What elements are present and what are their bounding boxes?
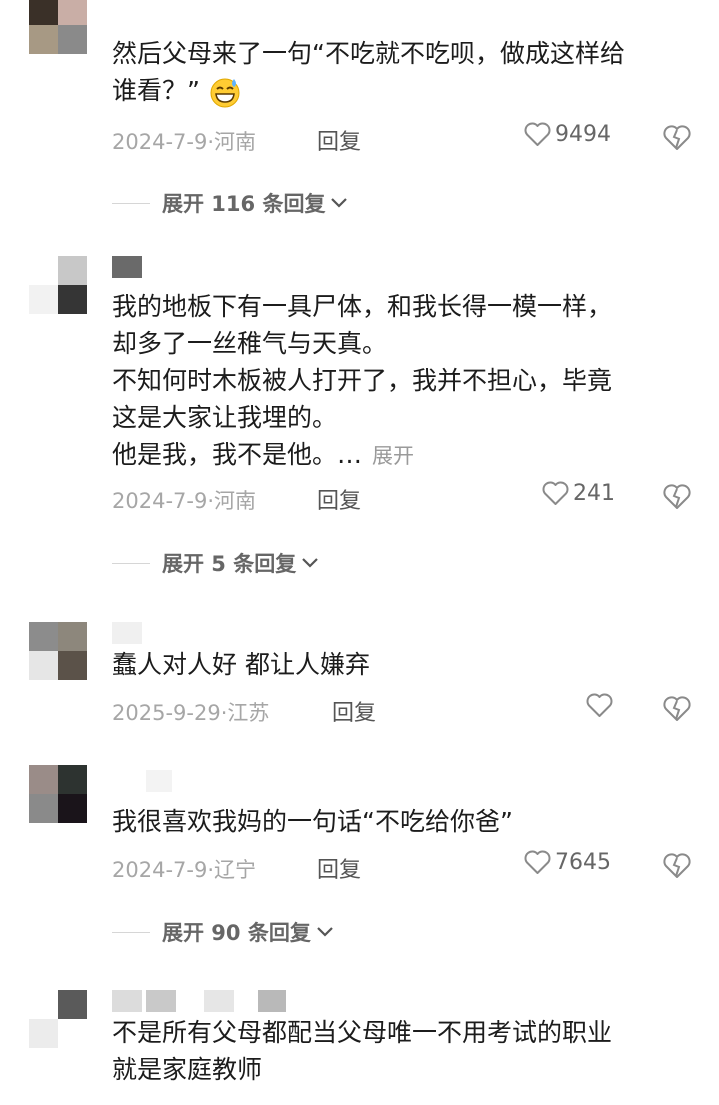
broken-heart-icon[interactable] <box>662 850 692 880</box>
broken-heart-icon[interactable] <box>662 481 692 511</box>
heart-outline-icon <box>524 122 551 146</box>
avatar[interactable] <box>29 256 87 314</box>
comment-line: 就是家庭教师 <box>112 1055 263 1084</box>
reply-button[interactable]: 回复 <box>317 124 361 156</box>
comment-text: 然后父母来了一句“不吃就不吃呗，做成这样给 谁看？” <box>112 35 692 109</box>
reply-button[interactable]: 回复 <box>317 852 361 884</box>
comment-date-location: 2024-7-9·辽宁 <box>112 858 257 882</box>
like-button[interactable]: 9494 <box>524 122 611 147</box>
comment-date-location: 2024-7-9·河南 <box>112 130 257 154</box>
username-blurred[interactable] <box>112 256 180 278</box>
expand-replies-button[interactable]: 展开 116 条回复 <box>112 188 349 218</box>
heart-outline-icon <box>542 481 569 505</box>
like-count: 9494 <box>555 122 611 147</box>
username-blurred[interactable] <box>112 770 172 792</box>
comment-meta: 2024-7-9·河南 回复 241 <box>112 481 712 515</box>
heart-outline-icon <box>524 850 551 874</box>
comment-text: 蠢人对人好 都让人嫌弃 <box>112 646 692 683</box>
comment-line-text: 谁看？” <box>112 76 200 105</box>
like-button[interactable]: 7645 <box>524 850 611 875</box>
expand-replies-button[interactable]: 展开 90 条回复 <box>112 917 335 947</box>
comment-line: 然后父母来了一句“不吃就不吃呗，做成这样给 <box>112 39 625 68</box>
comment-line: 不是所有父母都配当父母唯一不用考试的职业 <box>112 1018 613 1047</box>
like-count: 241 <box>573 481 615 506</box>
comment-line: 这是大家让我埋的。 <box>112 403 338 432</box>
comment-line: 我很喜欢我妈的一句话“不吃给你爸” <box>112 807 513 836</box>
broken-heart-icon[interactable] <box>662 693 692 723</box>
reply-button[interactable]: 回复 <box>317 483 361 515</box>
divider <box>112 562 150 564</box>
expand-text-button[interactable]: 展开 <box>372 444 414 468</box>
username-blurred[interactable] <box>112 990 286 1012</box>
comment-text: 我的地板下有一具尸体，和我长得一模一样， 却多了一丝稚气与天真。 不知何时木板被… <box>112 288 692 475</box>
comment-line-text: 他是我，我不是他。… <box>112 440 363 469</box>
chevron-down-icon <box>331 198 348 208</box>
comment-1: 然后父母来了一句“不吃就不吃呗，做成这样给 谁看？” 2024-7-9·河南 回… <box>0 0 719 230</box>
expand-replies-label: 展开 90 条回复 <box>162 921 311 945</box>
comment-line: 我的地板下有一具尸体，和我长得一模一样， <box>112 292 613 321</box>
broken-heart-icon[interactable] <box>662 122 692 152</box>
comment-text: 我很喜欢我妈的一句话“不吃给你爸” <box>112 803 692 840</box>
expand-replies-label: 展开 116 条回复 <box>162 192 326 216</box>
divider <box>112 931 150 933</box>
comment-date-location: 2024-7-9·河南 <box>112 489 257 513</box>
like-button[interactable]: 241 <box>542 481 615 506</box>
comment-line: 不知何时木板被人打开了，我并不担心，毕竟 <box>112 366 613 395</box>
comment-meta: 2024-7-9·河南 回复 9494 <box>112 122 712 156</box>
heart-outline-icon <box>586 693 613 717</box>
divider <box>112 202 150 204</box>
avatar[interactable] <box>29 0 87 54</box>
avatar[interactable] <box>29 990 87 1048</box>
comment-text: 不是所有父母都配当父母唯一不用考试的职业 就是家庭教师 <box>112 1014 692 1088</box>
expand-replies-label: 展开 5 条回复 <box>162 552 297 576</box>
comment-line: 却多了一丝稚气与天真。 <box>112 329 388 358</box>
comment-meta: 2024-7-9·辽宁 回复 7645 <box>112 850 712 884</box>
avatar[interactable] <box>29 765 87 823</box>
comment-date-location: 2025-9-29·江苏 <box>112 701 270 725</box>
reply-button[interactable]: 回复 <box>332 695 376 727</box>
like-count: 7645 <box>555 850 611 875</box>
expand-replies-button[interactable]: 展开 5 条回复 <box>112 548 320 578</box>
chevron-down-icon <box>302 558 319 568</box>
comment-line: 蠢人对人好 都让人嫌弃 <box>112 650 370 679</box>
comment-line: 他是我，我不是他。… 展开 <box>112 436 692 475</box>
grinning-sweat-emoji-icon <box>210 78 240 108</box>
username-blurred[interactable] <box>112 622 142 644</box>
like-button[interactable] <box>586 693 613 718</box>
comment-meta: 2025-9-29·江苏 回复 <box>112 693 712 727</box>
comment-line: 谁看？” <box>112 72 692 109</box>
avatar[interactable] <box>29 622 87 680</box>
chevron-down-icon <box>317 927 333 937</box>
